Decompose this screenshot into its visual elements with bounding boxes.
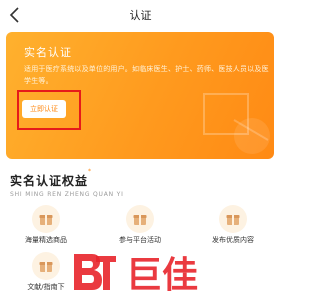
benefit-item-content[interactable]: 发布优质内容	[193, 205, 273, 245]
section-title: 实名认证权益	[10, 174, 89, 188]
button-highlight-box	[17, 90, 81, 130]
banner-title: 实名认证	[24, 46, 72, 59]
benefit-label: 参与平台活动	[119, 236, 161, 244]
gift-box-icon	[32, 205, 60, 233]
benefit-label: 海量精选商品	[25, 236, 67, 244]
section-star: *	[88, 168, 91, 175]
gift-box-icon	[219, 205, 247, 233]
benefit-label: 发布优质内容	[212, 236, 254, 244]
banner-description: 适用于医疗系统以及单位的用户。如临床医生、护士、药师、医技人员以及医学生等。	[24, 65, 269, 85]
gift-box-icon	[32, 252, 60, 280]
benefit-item-products[interactable]: 海量精选商品	[6, 205, 86, 245]
section-subtitle: SHI MING REN ZHENG QUAN YI	[10, 191, 124, 198]
watermark-text: 巨佳	[126, 255, 198, 294]
benefit-item-activities[interactable]: 参与平台活动	[100, 205, 180, 245]
watermark-logo: 巨佳	[74, 254, 198, 294]
page-title: 认证	[129, 9, 152, 22]
navbar: 认证	[0, 0, 281, 30]
gift-box-icon	[126, 205, 154, 233]
